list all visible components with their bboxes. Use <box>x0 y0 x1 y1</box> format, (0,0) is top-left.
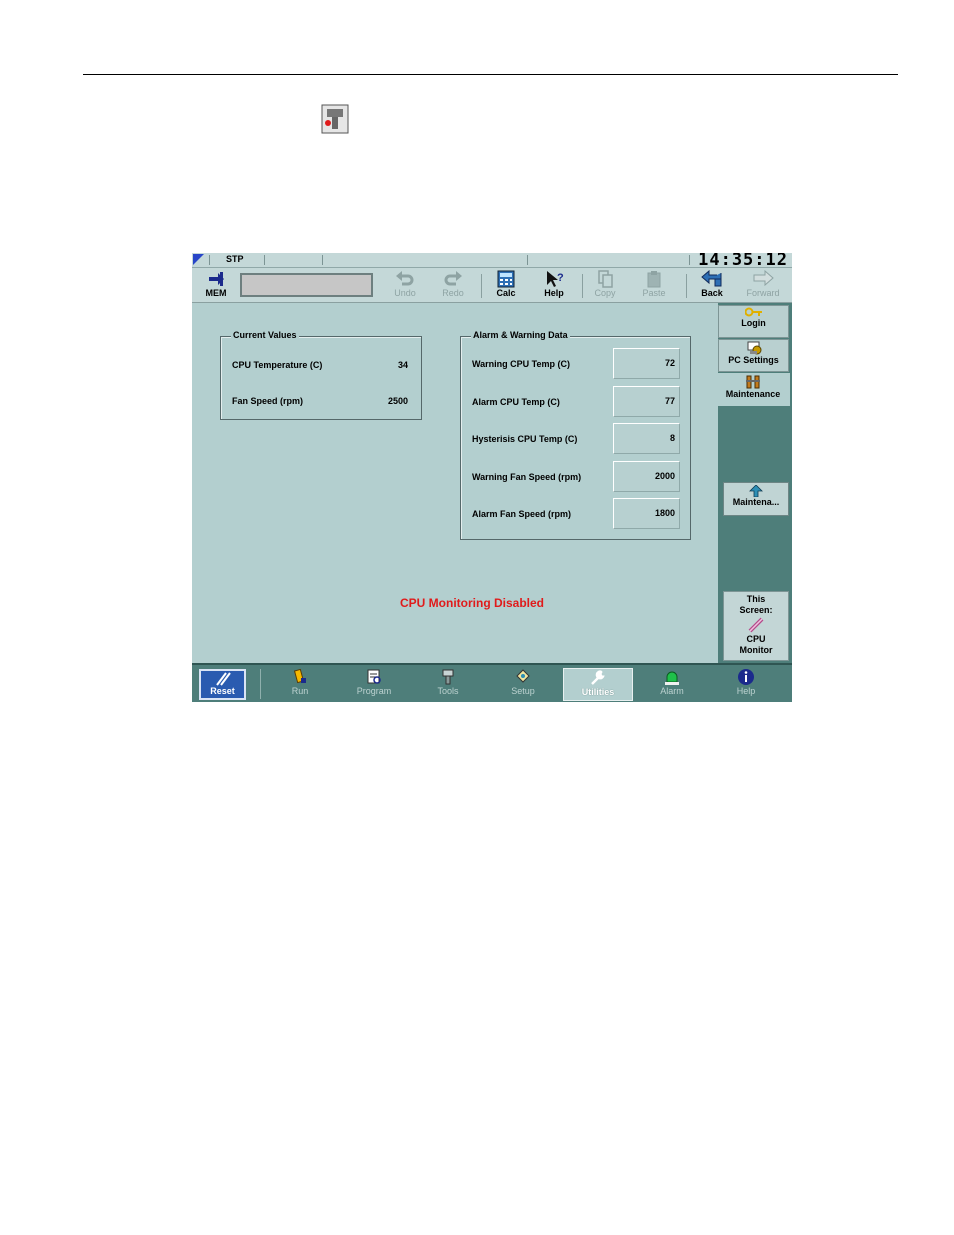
copy-icon <box>598 270 613 288</box>
mem-arrow-icon <box>209 272 224 286</box>
alarm-fan-speed-label: Alarm Fan Speed (rpm) <box>472 509 572 519</box>
back-arrow-icon <box>701 270 722 287</box>
reset-slash-icon <box>215 672 231 686</box>
task-tools[interactable]: Tools <box>413 668 483 701</box>
task-run[interactable]: Run <box>265 668 335 701</box>
status-separator <box>264 255 265 265</box>
machine-mode: STP <box>226 254 244 264</box>
warning-fan-speed-field[interactable]: 2000 <box>613 461 680 492</box>
tools-icon <box>442 669 454 685</box>
status-separator <box>209 255 210 265</box>
status-separator <box>689 255 690 265</box>
side-tab-login[interactable]: Login <box>718 305 789 338</box>
alarm-beacon-icon <box>665 671 679 685</box>
toolbar-separator <box>481 274 482 298</box>
svg-text:?: ? <box>557 272 564 284</box>
alarm-warning-group: Alarm & Warning Data Warning CPU Temp (C… <box>460 330 691 540</box>
status-separator <box>527 255 528 265</box>
corner-flag-icon <box>193 254 204 265</box>
reset-button[interactable]: Reset <box>199 669 246 700</box>
calc-button[interactable]: Calc <box>484 270 528 302</box>
fan-speed-value: 2500 <box>387 396 408 406</box>
warning-fan-speed-label: Warning Fan Speed (rpm) <box>472 472 582 482</box>
fan-speed-label: Fan Speed (rpm) <box>232 396 304 406</box>
this-screen-indicator: This Screen: CPU Monitor <box>723 591 789 661</box>
forward-button[interactable]: Forward <box>741 270 785 302</box>
paste-icon <box>647 271 661 288</box>
alarm-cpu-temp-field[interactable]: 77 <box>613 386 680 417</box>
back-button[interactable]: Back <box>690 270 734 302</box>
hmi-screen: STP 14:35:12 MEM Undo Redo Calc ? Help C… <box>192 253 792 702</box>
mem-button[interactable]: MEM <box>194 270 238 302</box>
redo-button[interactable]: Redo <box>431 270 475 302</box>
cpu-monitor-icon <box>321 104 349 134</box>
help-button[interactable]: ? Help <box>532 270 576 302</box>
task-alarm[interactable]: Alarm <box>637 668 707 701</box>
forward-arrow-icon <box>753 270 774 287</box>
hysterisis-cpu-temp-label: Hysterisis CPU Temp (C) <box>472 434 578 444</box>
redo-icon <box>444 271 462 286</box>
toolbar-separator <box>686 274 687 298</box>
toolbar: MEM Undo Redo Calc ? Help Copy Paste Bac… <box>192 268 792 303</box>
current-values-group: Current Values CPU Temperature (C) 34 Fa… <box>220 330 422 420</box>
help-pointer-icon: ? <box>547 271 564 287</box>
alarm-fan-speed-field[interactable]: 1800 <box>613 498 680 529</box>
task-program[interactable]: Program <box>339 668 409 701</box>
hysterisis-cpu-temp-field[interactable]: 8 <box>613 423 680 454</box>
calculator-icon <box>497 270 515 288</box>
pc-settings-icon <box>747 341 761 355</box>
info-icon <box>738 669 754 685</box>
setup-icon <box>516 669 530 683</box>
page-header-rule <box>83 74 898 75</box>
side-tab-maintenance[interactable]: Maintenance <box>716 373 790 406</box>
taskbar-separator <box>260 669 261 699</box>
task-bar: Reset Run Program Tools Setup Utilities … <box>192 663 792 702</box>
cpu-temperature-label: CPU Temperature (C) <box>232 360 323 370</box>
maintenance-submenu-button[interactable]: Maintena... <box>723 482 789 516</box>
monitoring-status-message: CPU Monitoring Disabled <box>400 596 544 610</box>
maintenance-icon <box>746 375 760 389</box>
cpu-monitor-pen-icon <box>748 617 764 633</box>
copy-button[interactable]: Copy <box>583 270 627 302</box>
status-bar: STP 14:35:12 <box>192 253 792 270</box>
alarm-warning-title: Alarm & Warning Data <box>471 330 570 340</box>
side-tab-pc-settings[interactable]: PC Settings <box>718 339 789 372</box>
wrench-icon <box>591 670 605 685</box>
up-arrow-icon <box>749 485 763 497</box>
task-setup[interactable]: Setup <box>488 668 558 701</box>
mem-input-field[interactable] <box>240 273 373 297</box>
undo-button[interactable]: Undo <box>383 270 427 302</box>
paste-button[interactable]: Paste <box>632 270 676 302</box>
warning-cpu-temp-field[interactable]: 72 <box>613 348 680 379</box>
key-icon <box>744 307 762 317</box>
task-help[interactable]: Help <box>711 668 781 701</box>
current-values-title: Current Values <box>231 330 299 340</box>
status-separator <box>322 255 323 265</box>
alarm-cpu-temp-label: Alarm CPU Temp (C) <box>472 397 560 407</box>
program-icon <box>367 669 381 684</box>
warning-cpu-temp-label: Warning CPU Temp (C) <box>472 359 570 369</box>
cpu-temperature-value: 34 <box>397 360 408 370</box>
undo-icon <box>396 271 414 286</box>
run-icon <box>293 668 306 684</box>
task-utilities[interactable]: Utilities <box>563 668 633 701</box>
